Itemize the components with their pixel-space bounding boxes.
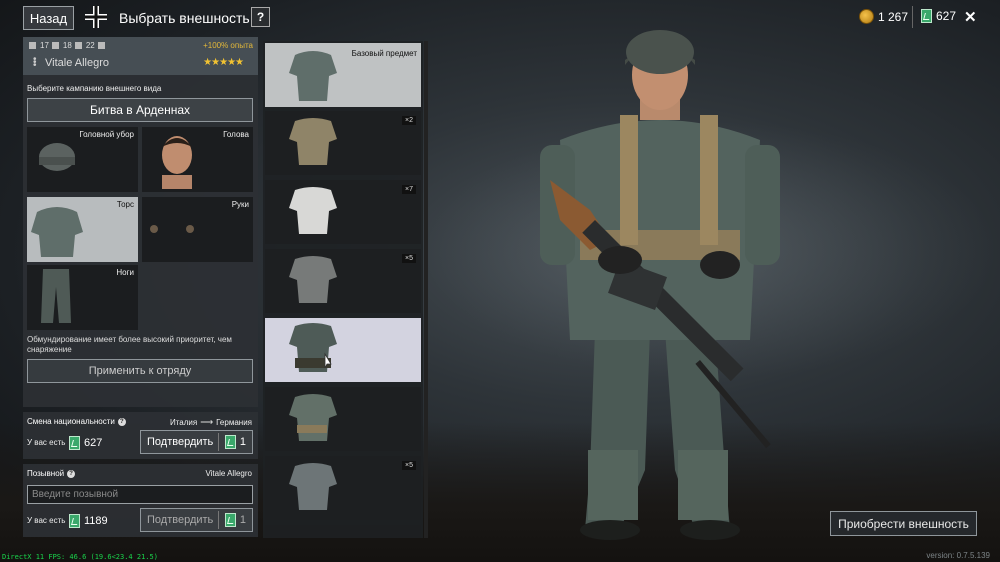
ticket-icon [224, 513, 236, 527]
ticket-amount: 627 [936, 9, 957, 23]
confirm-nationality-button[interactable]: Подтвердить 1 [140, 430, 253, 454]
confirm-label: Подтвердить [147, 436, 214, 448]
item-tile[interactable]: ×7 [265, 180, 421, 244]
slot-headgear[interactable]: Головной убор [27, 127, 138, 192]
question-icon[interactable]: ? [67, 469, 76, 478]
item-count-badge: ×5 [402, 461, 416, 470]
item-tile[interactable]: ×5 [265, 456, 421, 520]
appearance-panel: 17 18 22 +100% опыта • • • Vitale Allegro … [23, 37, 258, 407]
callsign-current: Vitale Allegro [205, 469, 252, 478]
item-tile[interactable]: ×2 [265, 111, 421, 175]
tunic-icon [289, 256, 337, 303]
tunic-icon [289, 394, 337, 441]
balkenkreuz-icon [85, 6, 107, 28]
more-options-icon[interactable]: • • • [33, 55, 37, 71]
have-label: У вас есть [27, 438, 66, 447]
version-label: version: 0.7.5.139 [926, 551, 990, 560]
xp-bonus: +100% опыта [203, 41, 253, 50]
top-bar: Назад Выбрать внешность ? 1 267 627 ✕ [0, 0, 1000, 36]
tunic-icon [289, 187, 337, 234]
items-scrollbar[interactable] [424, 41, 428, 538]
cost-value: 1 [239, 436, 246, 448]
have-amount: 1189 [69, 514, 108, 528]
health-icon [74, 42, 82, 49]
callsign-input[interactable] [27, 485, 253, 504]
ticket-balance: 627 [921, 9, 956, 23]
fps-counter: DirectX 11 FPS: 46.6 (19.6<23.4 21.5) [2, 553, 158, 561]
rank-icon [29, 42, 36, 49]
slot-label: Торс [116, 200, 134, 209]
item-tile-base[interactable]: Базовый предмет [265, 43, 421, 107]
confirm-label: Подтвердить [147, 514, 214, 526]
back-button[interactable]: Назад [23, 6, 74, 30]
item-base-label: Базовый предмет [351, 49, 417, 58]
nationality-title-text: Смена национальности [27, 417, 115, 426]
slot-label: Ноги [116, 268, 134, 277]
weapon-icon [97, 42, 105, 49]
nationality-change-panel: Смена национальности ? Италия ⟶ Германия… [23, 412, 258, 459]
help-button[interactable]: ? [251, 7, 270, 27]
tunic-icon [289, 323, 337, 372]
nation-to: Германия [216, 418, 252, 427]
buy-appearance-button[interactable]: Приобрести внешность [830, 511, 977, 536]
stat-value: 17 [40, 41, 49, 50]
apply-to-squad-button[interactable]: Применить к отряду [27, 359, 253, 383]
gold-amount: 1 267 [878, 9, 909, 24]
have-amount-value: 627 [84, 437, 103, 449]
arrow-right-icon: ⟶ [200, 417, 214, 427]
confirm-callsign-button[interactable]: Подтвердить 1 [140, 508, 253, 532]
item-tile-selected[interactable] [265, 318, 421, 382]
gold-coin-icon [859, 9, 874, 24]
item-tile[interactable]: ×5 [265, 249, 421, 313]
agility-icon [51, 42, 59, 49]
item-count-badge: ×5 [402, 254, 416, 263]
have-amount: 627 [69, 436, 102, 450]
ticket-icon [224, 435, 236, 449]
campaign-selector[interactable]: Битва в Арденнах [27, 98, 253, 122]
ticket-icon [69, 514, 80, 528]
item-count-badge: ×2 [402, 116, 416, 125]
page-title: Выбрать внешность [119, 10, 250, 26]
close-button[interactable]: ✕ [964, 8, 977, 26]
confirm-cost: 1 [217, 511, 246, 529]
callsign-panel: Позывной ? Vitale Allegro У вас есть 118… [23, 464, 258, 537]
soldier-card[interactable]: 17 18 22 +100% опыта • • • Vitale Allegro … [23, 37, 258, 75]
slot-label: Руки [231, 200, 249, 209]
item-tile[interactable] [265, 525, 421, 538]
have-label: У вас есть [27, 516, 66, 525]
soldier-name: Vitale Allegro [45, 57, 110, 69]
confirm-cost: 1 [217, 433, 246, 451]
have-amount-value: 1189 [84, 515, 108, 527]
slot-hands[interactable]: Руки [142, 197, 253, 262]
slot-label: Голова [223, 130, 249, 139]
callsign-title: Позывной ? [27, 469, 76, 478]
rating-stars: ★★★★★ [203, 57, 244, 68]
gold-balance: 1 267 [859, 9, 908, 24]
item-count-badge: ×7 [402, 185, 416, 194]
slot-torso[interactable]: Торс [27, 197, 138, 262]
priority-note: Обмундирование имеет более высокий приор… [27, 335, 232, 354]
item-tile[interactable] [265, 387, 421, 451]
tunic-icon [289, 463, 337, 510]
nation-from: Италия [169, 418, 198, 427]
stat-value: 18 [62, 41, 72, 50]
nationality-route: Италия ⟶ Германия [170, 417, 252, 428]
soldier-head [625, 30, 695, 120]
currency-divider [912, 6, 913, 28]
nationality-title: Смена национальности ? [27, 417, 126, 426]
slot-head[interactable]: Голова [142, 127, 253, 192]
slot-label: Головной убор [79, 130, 134, 139]
slot-legs[interactable]: Ноги [27, 265, 138, 330]
ticket-icon [69, 436, 80, 450]
callsign-title-text: Позывной [27, 469, 65, 478]
tunic-icon [289, 118, 337, 165]
campaign-prompt: Выберите кампанию внешнего вида [27, 84, 162, 93]
torso-items-list[interactable]: Базовый предмет ×2 ×7 ×5 ×5 [263, 41, 423, 538]
stat-value: 22 [85, 41, 95, 50]
ticket-icon [921, 9, 932, 23]
question-icon[interactable]: ? [117, 417, 126, 426]
soldier-model [540, 30, 780, 540]
cost-value: 1 [239, 514, 246, 526]
soldier-stats: 17 18 22 [29, 41, 106, 50]
